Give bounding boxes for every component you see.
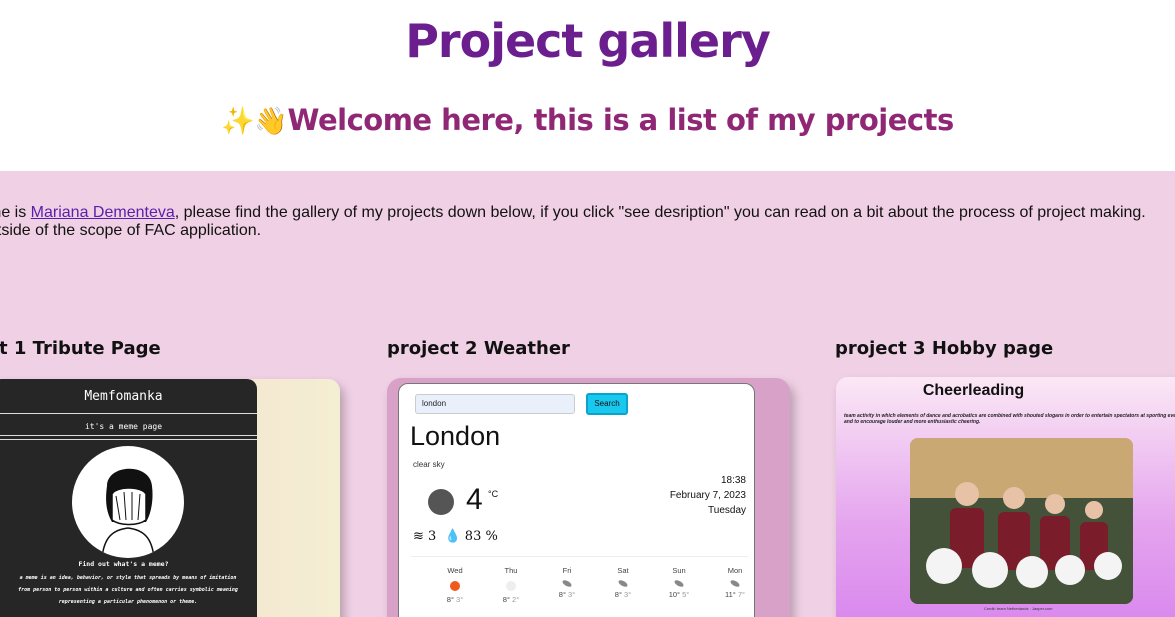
divider — [0, 439, 257, 440]
forecast-day-label: Thu — [504, 566, 518, 575]
humidity-icon: 💧 — [444, 529, 461, 544]
weather-unit: °C — [488, 489, 499, 499]
forecast-day: Sat 8° 3° — [601, 566, 645, 599]
divider — [0, 435, 257, 436]
rain-icon — [673, 578, 685, 589]
weather-preview: london Search London clear sky 4 °C 18:3… — [398, 383, 755, 617]
tribute-subtitle: it's a meme page — [84, 422, 163, 431]
rain-icon — [561, 578, 573, 589]
project-2-card[interactable]: london Search London clear sky 4 °C 18:3… — [387, 378, 790, 617]
tribute-question: Find out what's a meme? — [78, 560, 169, 568]
forecast-high: 11° — [724, 590, 736, 599]
forecast-low: 3° — [456, 595, 464, 604]
sparkles-wave-icon: ✨👋 — [221, 106, 288, 137]
rain-icon — [617, 578, 629, 589]
intro-paragraph: me is Mariana Dementeva, please find the… — [0, 204, 1175, 240]
forecast-day: Fri 8° 3° — [545, 566, 589, 599]
forecast-day: Wed 8° 3° — [433, 566, 477, 604]
weather-temperature: 4 — [466, 483, 483, 516]
weather-city: London — [410, 421, 501, 451]
weather-metrics: ≋ 3 💧 83 % — [413, 529, 498, 544]
humidity-value: 83 % — [464, 529, 498, 544]
author-link[interactable]: Mariana Dementeva — [31, 204, 175, 221]
wind-icon: ≋ — [413, 529, 424, 544]
forecast-day-label: Wed — [447, 566, 463, 575]
forecast-day-label: Fri — [562, 566, 572, 575]
forecast-day-label: Mon — [727, 566, 743, 575]
forecast-temps: 8° 3° — [433, 595, 477, 604]
project-2-title: project 2 Weather — [387, 338, 570, 359]
cloud-icon — [506, 581, 516, 591]
rain-icon — [729, 578, 741, 589]
tribute-preview: Memfomanka it's a meme page Find out wha… — [0, 379, 257, 617]
hobby-site-title: Cheerleading — [922, 382, 1025, 399]
page-title: Project gallery — [405, 14, 771, 68]
forecast-high: 8° — [614, 590, 622, 599]
weather-search-button[interactable]: Search — [586, 393, 628, 415]
tribute-site-title: Memfomanka — [84, 389, 163, 404]
forecast-temps: 8° 3° — [601, 590, 645, 599]
forecast-temps: 11° 7° — [713, 590, 754, 599]
divider — [0, 413, 257, 414]
forecast-high: 8° — [558, 590, 566, 599]
forecast-day-label: Sun — [672, 566, 686, 575]
facepalm-image — [72, 446, 184, 558]
divider — [411, 556, 748, 557]
forecast-low: 2° — [512, 595, 520, 604]
forecast-day: Sun 10° 5° — [657, 566, 701, 599]
hobby-text: team activity in which elements of dance… — [844, 413, 1175, 425]
forecast-low: 5° — [682, 590, 690, 599]
weather-description: clear sky — [413, 460, 445, 469]
forecast-day: Thu 8° 2° — [489, 566, 533, 604]
tribute-paragraph: a meme is an idea, behavior, or style th… — [18, 575, 238, 605]
intro-prefix: me is — [0, 204, 27, 221]
forecast-day-label: Sat — [617, 566, 629, 575]
forecast-low: 3° — [624, 590, 632, 599]
welcome-heading: ✨👋Welcome here, this is a list of my pro… — [0, 103, 1175, 137]
forecast-day: Mon 11° 7° — [713, 566, 754, 599]
cheerleaders-photo — [910, 438, 1133, 604]
wind-value: 3 — [428, 529, 437, 544]
forecast-temps: 8° 3° — [545, 590, 589, 599]
page-header: Project gallery ✨👋Welcome here, this is … — [0, 0, 1175, 171]
forecast-high: 8° — [502, 595, 510, 604]
forecast-temps: 8° 2° — [489, 595, 533, 604]
project-3-card[interactable]: Cheerleading team activity in which elem… — [836, 377, 1175, 617]
welcome-text: Welcome here, this is a list of my proje… — [287, 103, 955, 137]
forecast-low: 3° — [568, 590, 576, 599]
sun-icon — [450, 581, 460, 591]
weather-condition-icon — [428, 489, 454, 515]
weather-weekday: Tuesday — [708, 505, 746, 516]
forecast-high: 8° — [446, 595, 454, 604]
weather-date: February 7, 2023 — [669, 490, 746, 501]
weather-time: 18:38 — [720, 475, 746, 486]
forecast-high: 10° — [668, 590, 681, 599]
weather-datetime: 18:38 February 7, 2023 Tuesday — [670, 473, 746, 518]
project-1-title: t 1 Tribute Page — [0, 338, 161, 359]
project-1-card[interactable]: Memfomanka it's a meme page Find out wha… — [0, 379, 340, 617]
forecast-low: 7° — [737, 590, 746, 599]
weather-search-input[interactable]: london — [415, 394, 575, 414]
intro-line2: utside of the scope of FAC application. — [0, 222, 262, 239]
photo-credit: Credit: team Netherlands · Jasper.com — [984, 606, 1053, 611]
forecast-temps: 10° 5° — [657, 590, 701, 599]
intro-line1: , please find the gallery of my projects… — [174, 204, 1146, 221]
gallery-section: me is Mariana Dementeva, please find the… — [0, 171, 1175, 617]
project-3-title: project 3 Hobby page — [835, 338, 1054, 359]
